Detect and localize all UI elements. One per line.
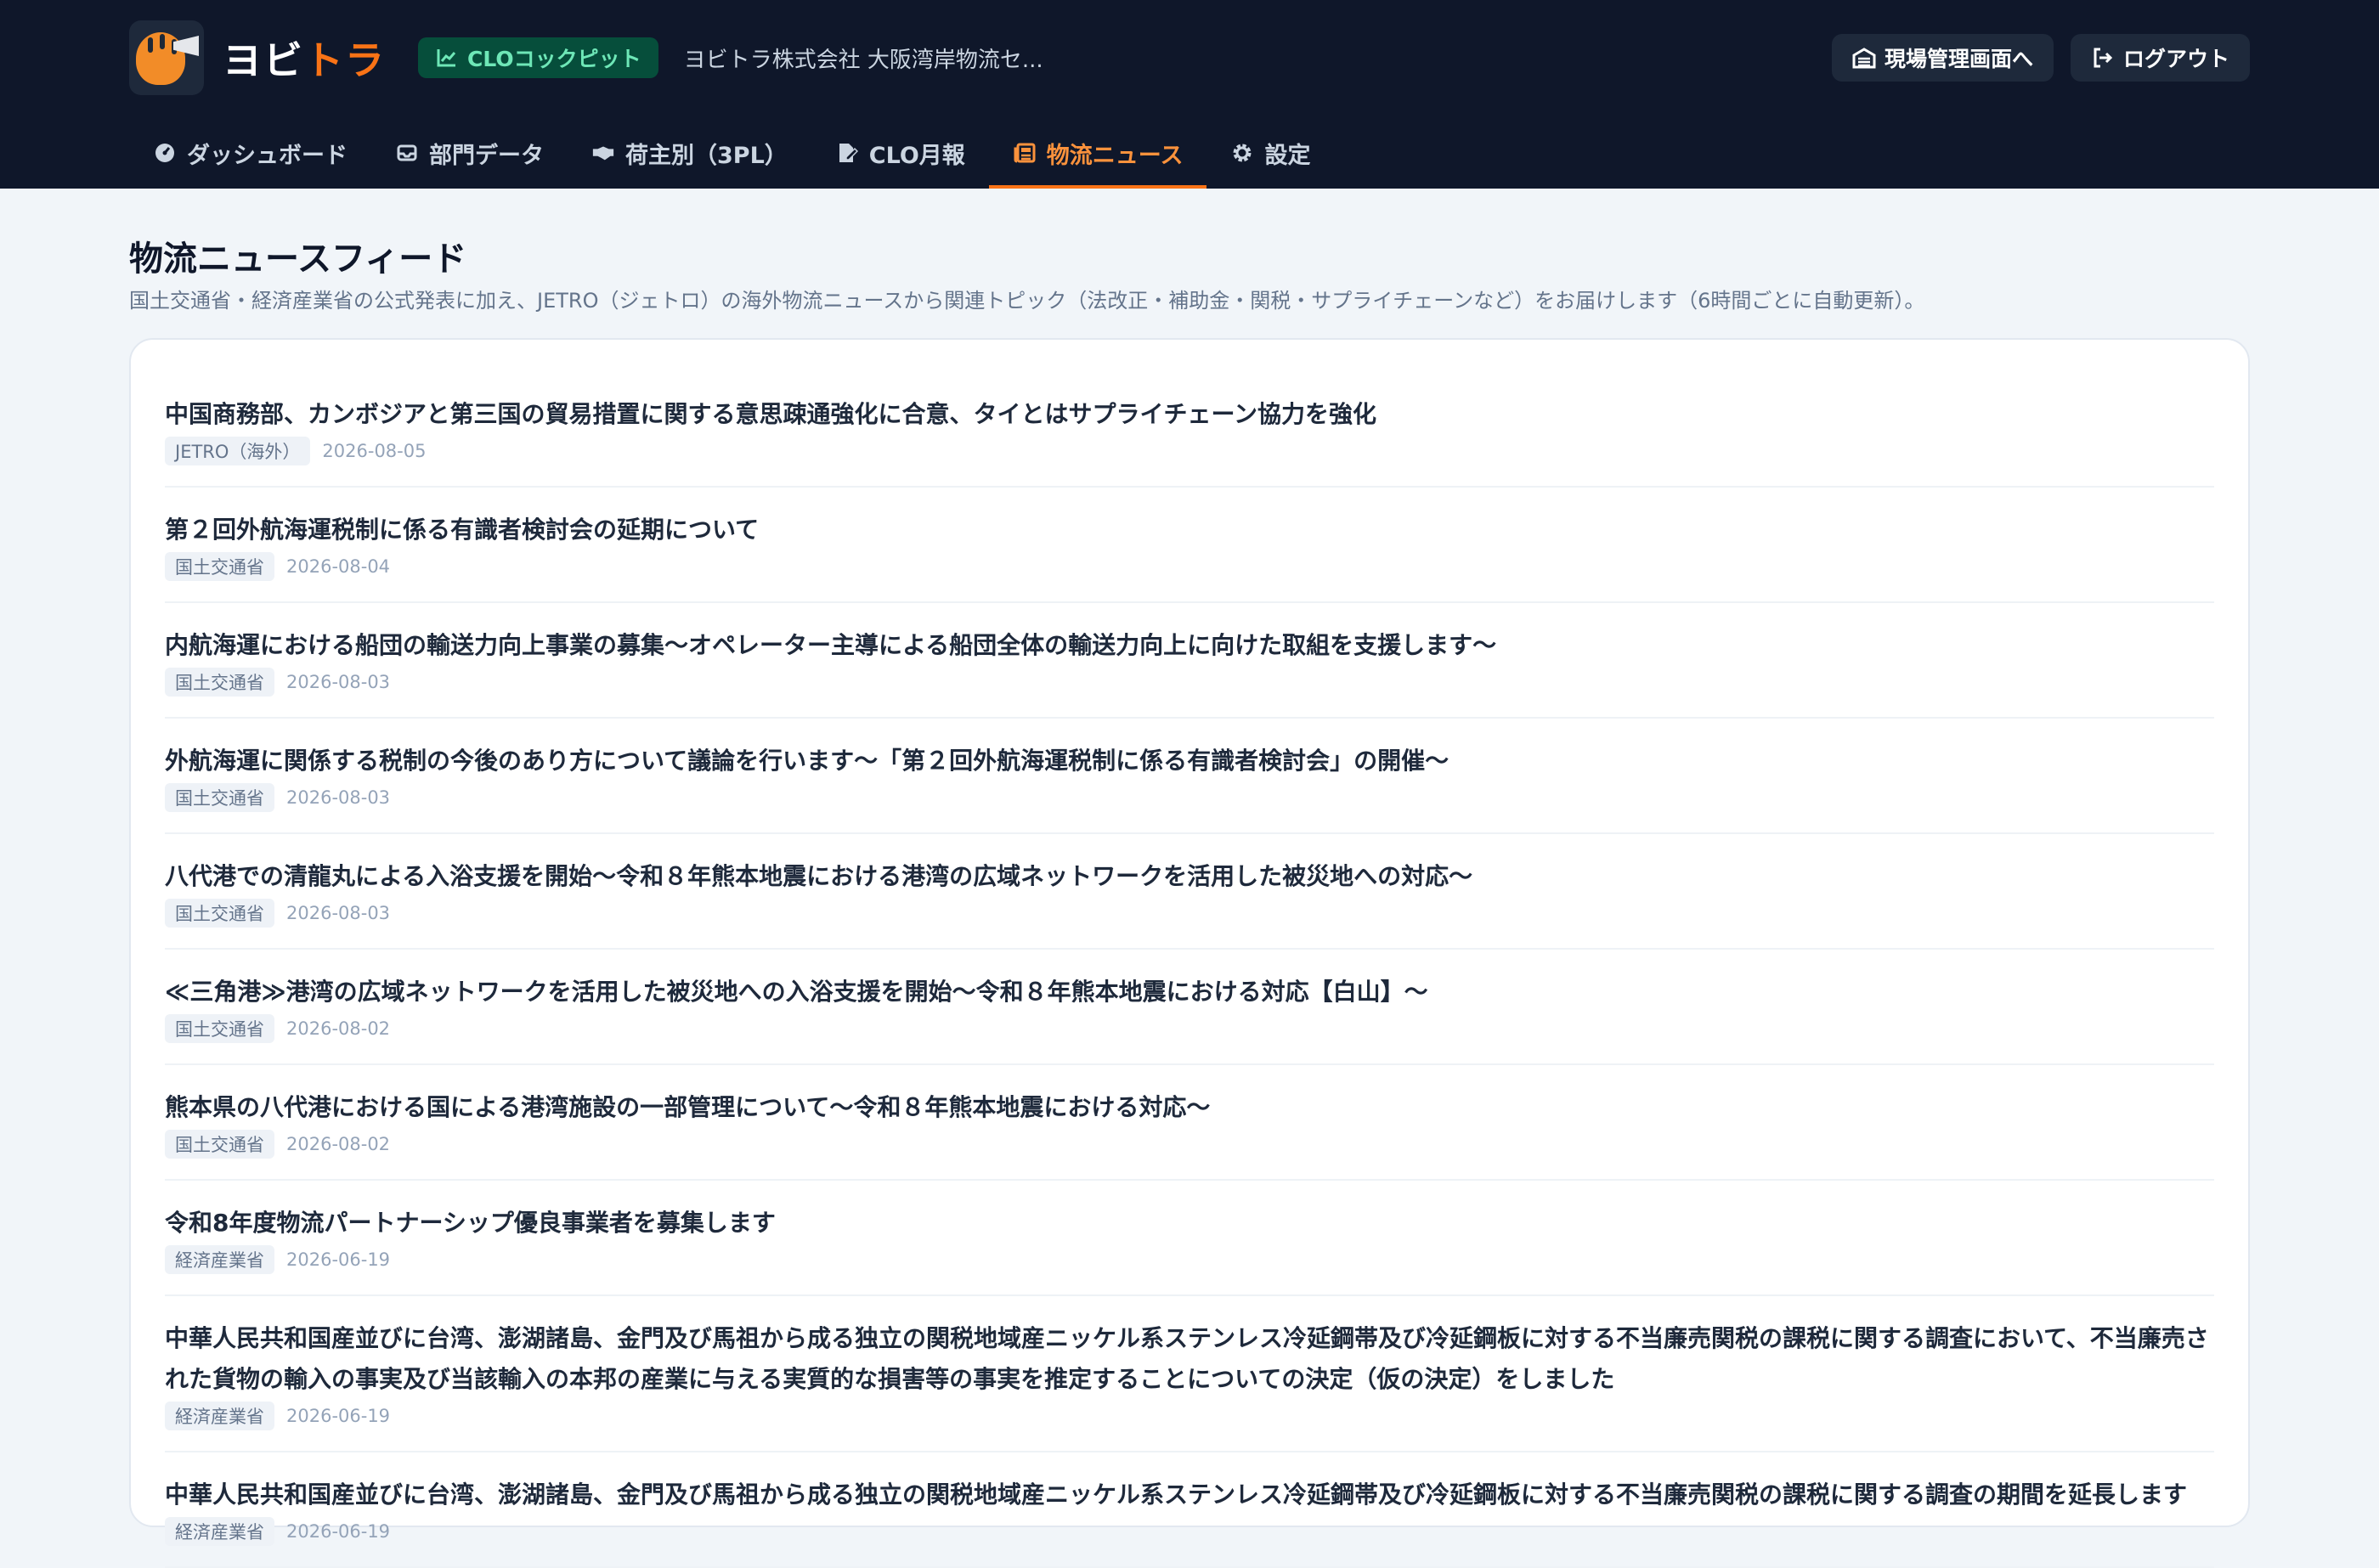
news-title[interactable]: 内航海運における船団の輸送力向上事業の募集～オペレーター主導による船団全体の輸送… [165,625,2214,666]
badge-label: CLOコックピット [467,47,641,71]
news-item[interactable]: 内航海運における船団の輸送力向上事業の募集～オペレーター主導による船団全体の輸送… [165,603,2214,719]
news-item[interactable]: 外航海運に関係する税制の今後のあり方について議論を行います～「第２回外航海運税制… [165,719,2214,834]
brand-row: ヨビトラ CLOコックピット ヨビトラ株式会社 大阪湾岸物流セ... 現場管理画… [129,19,2250,97]
news-title[interactable]: 中華人民共和国産並びに台湾、澎湖諸島、金門及び馬祖から成る独立の関税地域産ニッケ… [165,1318,2214,1400]
news-date: 2026-08-02 [286,1134,391,1154]
tab-settings-label: 設定 [1264,142,1311,169]
news-meta: 経済産業省 2026-06-19 [165,1245,2214,1274]
tab-settings[interactable]: 設定 [1206,117,1334,189]
news-source-badge: 経済産業省 [165,1517,274,1546]
tab-shipper-3pl-label: 荷主別（3PL） [625,142,788,169]
news-source-badge: 国土交通省 [165,552,274,581]
news-source-badge: 国土交通省 [165,1130,274,1159]
news-date: 2026-08-03 [286,787,391,808]
news-item[interactable]: 中華人民共和国産並びに台湾、澎湖諸島、金門及び馬祖から成る独立の関税地域産ニッケ… [165,1452,2214,1568]
news-title[interactable]: 中華人民共和国産並びに台湾、澎湖諸島、金門及び馬祖から成る独立の関税地域産ニッケ… [165,1475,2214,1515]
newspaper-icon [1013,141,1037,165]
chart-line-icon [435,46,459,70]
news-title[interactable]: 熊本県の八代港における国による港湾施設の一部管理について～令和８年熊本地震におけ… [165,1087,2214,1128]
news-source-badge: JETRO（海外） [165,437,311,465]
clo-cockpit-badge: CLOコックピット [418,37,658,78]
news-item[interactable]: 中華人民共和国産並びに台湾、澎湖諸島、金門及び馬祖から成る独立の関税地域産ニッケ… [165,1296,2214,1452]
news-feed-card: 中国商務部、カンボジアと第三国の貿易措置に関する意思疎通強化に合意、タイとはサプ… [129,338,2250,1568]
main-nav: ダッシュボード 部門データ 荷主別（3PL） CLO月報 物流ニュース 設定 [129,117,1334,189]
news-date: 2026-06-19 [286,1249,391,1270]
news-item[interactable]: ≪三角港≫港湾の広域ネットワークを活用した被災地への入浴支援を開始～令和８年熊本… [165,950,2214,1065]
page-title: 物流ニュースフィード [129,240,467,279]
news-title[interactable]: ≪三角港≫港湾の広域ネットワークを活用した被災地への入浴支援を開始～令和８年熊本… [165,972,2214,1012]
news-date: 2026-08-03 [286,672,391,692]
tab-department-data-label: 部門データ [429,142,544,169]
news-meta: 国土交通省 2026-08-04 [165,552,2214,581]
news-title[interactable]: 外航海運に関係する税制の今後のあり方について議論を行います～「第２回外航海運税制… [165,741,2214,781]
news-meta: 国土交通省 2026-08-02 [165,1014,2214,1043]
site-management-button[interactable]: 現場管理画面へ [1831,34,2054,82]
brand-name[interactable]: ヨビトラ [223,30,386,86]
news-date: 2026-08-03 [286,903,391,923]
file-edit-icon [835,141,859,165]
news-title[interactable]: 令和8年度物流パートナーシップ優良事業者を募集します [165,1203,2214,1244]
inbox-icon [395,141,419,165]
news-meta: 経済産業省 2026-06-19 [165,1402,2214,1430]
logout-button[interactable]: ログアウト [2070,34,2250,82]
logout-button-label: ログアウト [2122,47,2229,71]
news-source-badge: 経済産業省 [165,1245,274,1274]
news-source-badge: 国土交通省 [165,899,274,928]
top-bar: ヨビトラ CLOコックピット ヨビトラ株式会社 大阪湾岸物流セ... 現場管理画… [0,0,2379,189]
logout-icon [2091,46,2115,70]
company-name: ヨビトラ株式会社 大阪湾岸物流セ... [683,47,1043,73]
news-date: 2026-08-04 [286,556,391,577]
news-item[interactable]: 熊本県の八代港における国による港湾施設の一部管理について～令和８年熊本地震におけ… [165,1065,2214,1181]
brand-part1: ヨビ [223,37,304,83]
gear-icon [1230,141,1254,165]
tab-department-data[interactable]: 部門データ [371,117,568,189]
brand-part2: トラ [304,37,386,83]
news-meta: 国土交通省 2026-08-02 [165,1130,2214,1159]
news-meta: 経済産業省 2026-06-19 [165,1517,2214,1546]
news-source-badge: 国土交通省 [165,783,274,812]
news-meta: 国土交通省 2026-08-03 [165,783,2214,812]
page-description: 国土交通省・経済産業省の公式発表に加え、JETRO（ジェトロ）の海外物流ニュース… [129,289,1925,313]
news-item[interactable]: 八代港での清龍丸による入浴支援を開始～令和８年熊本地震における港湾の広域ネットワ… [165,834,2214,950]
news-source-badge: 経済産業省 [165,1402,274,1430]
news-title[interactable]: 第２回外航海運税制に係る有識者検討会の延期について [165,510,2214,550]
news-source-badge: 国土交通省 [165,668,274,697]
tab-clo-monthly-label: CLO月報 [868,142,965,169]
handshake-icon [591,141,615,165]
gauge-icon [153,141,177,165]
tab-dashboard[interactable]: ダッシュボード [129,117,371,189]
news-date: 2026-06-19 [286,1406,391,1426]
news-list: 中国商務部、カンボジアと第三国の貿易措置に関する意思疎通強化に合意、タイとはサプ… [165,372,2214,1568]
warehouse-icon [1852,46,1876,70]
news-item[interactable]: 中国商務部、カンボジアと第三国の貿易措置に関する意思疎通強化に合意、タイとはサプ… [165,372,2214,488]
tab-logistics-news[interactable]: 物流ニュース [988,117,1207,189]
tab-dashboard-label: ダッシュボード [187,142,348,169]
tab-clo-monthly[interactable]: CLO月報 [811,117,989,189]
tiger-logo-icon[interactable] [129,20,204,95]
news-source-badge: 国土交通省 [165,1014,274,1043]
news-date: 2026-08-02 [286,1018,391,1039]
site-button-label: 現場管理画面へ [1884,47,2033,71]
tab-logistics-news-label: 物流ニュース [1046,142,1184,169]
news-date: 2026-06-19 [286,1521,391,1542]
news-date: 2026-08-05 [322,441,427,461]
news-title[interactable]: 中国商務部、カンボジアと第三国の貿易措置に関する意思疎通強化に合意、タイとはサプ… [165,394,2214,435]
news-item[interactable]: 令和8年度物流パートナーシップ優良事業者を募集します 経済産業省 2026-06… [165,1181,2214,1296]
news-meta: 国土交通省 2026-08-03 [165,899,2214,928]
news-meta: JETRO（海外） 2026-08-05 [165,437,2214,465]
news-meta: 国土交通省 2026-08-03 [165,668,2214,697]
news-title[interactable]: 八代港での清龍丸による入浴支援を開始～令和８年熊本地震における港湾の広域ネットワ… [165,856,2214,897]
news-item[interactable]: 第２回外航海運税制に係る有識者検討会の延期について 国土交通省 2026-08-… [165,488,2214,603]
tab-shipper-3pl[interactable]: 荷主別（3PL） [568,117,811,189]
